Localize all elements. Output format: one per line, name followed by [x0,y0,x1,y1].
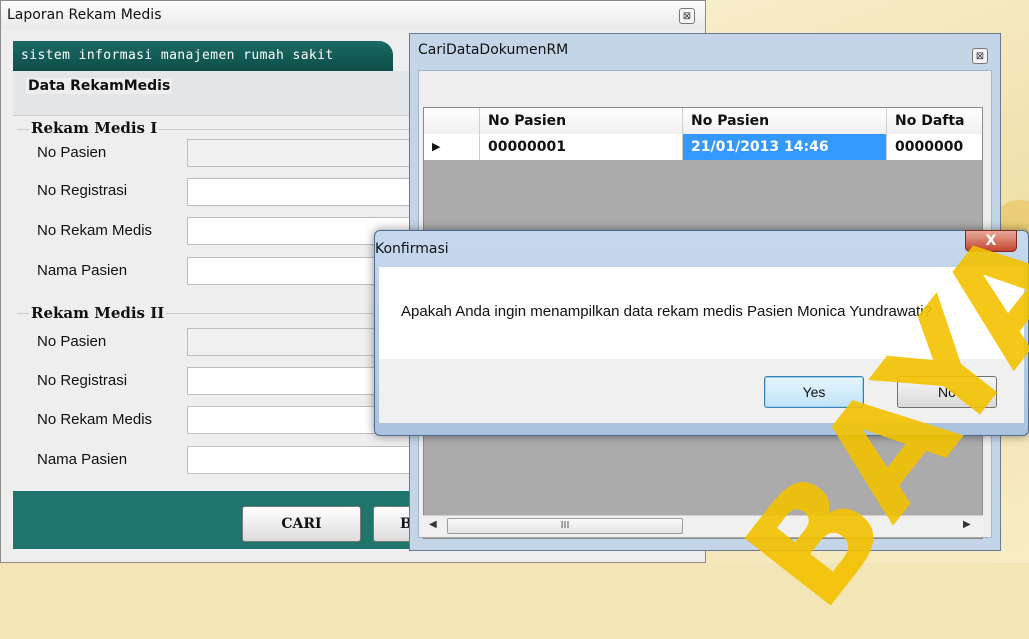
field-label-no-rekam-medis-2: No Rekam Medis [37,411,153,428]
no-button[interactable]: No [897,376,997,408]
nama-pasien-2-input[interactable] [187,446,417,474]
dialog-message: Apakah Anda ingin menampilkan data rekam… [401,303,932,320]
grid-header: No Pasien No Pasien No Dafta [424,108,982,135]
window-title: CariDataDokumenRM [418,42,569,58]
row-header-cell [424,108,480,134]
window-title: Laporan Rekam Medis [1,1,705,29]
table-cell-selected[interactable]: 21/01/2013 14:46 [683,134,887,160]
field-label-no-rekam-medis: No Rekam Medis [37,222,153,239]
field-label-no-registrasi-2: No Registrasi [37,372,128,389]
dialog-body: Apakah Anda ingin menampilkan data rekam… [379,267,1024,359]
group-title-rekam-medis-2: Rekam Medis II [29,304,167,322]
column-header[interactable]: No Pasien [683,108,887,134]
footer-bar [13,491,433,549]
yes-button[interactable]: Yes [764,376,864,408]
no-pasien-input[interactable] [187,139,417,167]
column-header[interactable]: No Dafta [887,108,982,134]
field-label-no-pasien-2: No Pasien [37,333,107,350]
field-label-no-pasien: No Pasien [37,144,107,161]
banner-text: sistem informasi manajemen rumah sakit [21,48,334,63]
scroll-left-icon[interactable]: ◀ [429,519,437,530]
table-row[interactable]: ▶ 00000001 21/01/2013 14:46 0000000 [424,134,982,161]
grid-title: Data RekamMedis [26,78,173,94]
field-label-nama-pasien: Nama Pasien [37,262,128,279]
column-header[interactable]: No Pasien [480,108,683,134]
cari-button[interactable]: CARI [242,506,361,542]
horizontal-scrollbar[interactable]: ◀ III ▶ [423,515,983,537]
group-title-rekam-medis-1: Rekam Medis I [29,119,160,137]
no-registrasi-input[interactable] [187,178,417,206]
konfirmasi-dialog: Konfirmasi X Apakah Anda ingin menampilk… [374,230,1029,436]
row-pointer-icon: ▶ [424,134,480,160]
scroll-right-icon[interactable]: ▶ [963,519,971,530]
dialog-close-button[interactable]: X [965,230,1017,252]
table-cell[interactable]: 00000001 [480,134,683,160]
table-cell[interactable]: 0000000 [887,134,982,160]
close-icon[interactable]: ⊠ [679,8,695,24]
banner: sistem informasi manajemen rumah sakit [13,41,393,71]
close-icon[interactable]: ⊠ [972,48,988,64]
scroll-thumb[interactable]: III [447,518,683,534]
field-label-nama-pasien-2: Nama Pasien [37,451,128,468]
field-label-no-registrasi: No Registrasi [37,182,128,199]
dialog-title: Konfirmasi [375,241,449,257]
